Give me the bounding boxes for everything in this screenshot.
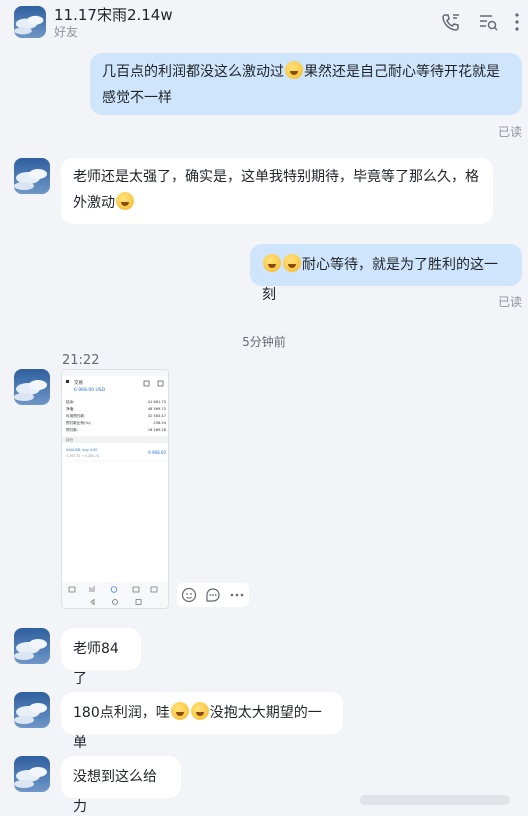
message-bubble-incoming[interactable]: 180点利润，哇 没抱太大期望的一单 [61,692,343,751]
thumb-row-value: 32 583.47 [148,414,166,418]
sender-avatar[interactable] [14,158,50,194]
message-bubble-incoming[interactable]: 没想到这么给力 [61,756,181,815]
shy-emoji-icon [263,254,281,272]
thumb-balance: 6 968.00 USD [74,387,106,393]
message-text: 几百点的利润都没这么激动过 [102,64,284,80]
watermark-strip [360,795,510,805]
message-text: 老师84了 [73,641,119,687]
thumb-position-detail: 4 267.32 → 4 284.74 [66,454,99,458]
message-bubble-outgoing[interactable]: 耐心等待，就是为了胜利的这一刻 [250,244,522,303]
thumb-row-label: 净值: [66,406,74,411]
thumb-row-value: 16 269.28 [148,428,167,432]
message-bubble-outgoing[interactable]: 几百点的利润都没这么激动过 果然还是自己耐心等待开花就是 感觉不一样 [90,53,522,115]
add-reaction-icon[interactable] [180,586,198,604]
thumb-row-label: 结余: [66,399,74,404]
more-actions-icon[interactable] [228,586,246,604]
thumb-row-label: 预付款比例(%): [66,420,91,425]
image-message-trading-screenshot[interactable]: 交易 6 968.00 USD 结余: 41 681.75 净值: 48 569… [61,369,169,609]
thumb-position-profit: 6 968.00 [148,450,166,455]
sender-avatar[interactable] [14,628,50,664]
message-action-bar [177,583,249,607]
time-separator: 5分钟前 [242,335,286,349]
message-text: 没想到这么给力 [73,769,157,815]
phone-icon[interactable] [440,11,462,33]
message-bubble-incoming[interactable]: 老师还是太强了，确实是，这单我特别期待，毕竟等了那么久，格 外激动 [61,158,493,224]
thumb-row-label: 预付款: [66,427,78,432]
message-text: 外激动 [73,195,115,211]
sender-avatar[interactable] [14,369,50,405]
message-bubble-incoming[interactable]: 老师84了 [61,628,141,687]
grin-emoji-icon [116,192,134,210]
trading-app-thumbnail: 交易 6 968.00 USD 结余: 41 681.75 净值: 48 569… [62,370,168,608]
thumb-row-label: 可用预付款: [66,413,85,418]
list-search-icon[interactable] [477,11,499,33]
thumb-position-symbol: XAUUSD, buy 4.00 [66,448,97,452]
thumb-row-value: 298.54 [153,421,166,425]
message-text: 果然还是自己耐心等待开花就是 [304,64,500,80]
message-timestamp: 21:22 [62,353,100,368]
reply-icon[interactable] [204,586,222,604]
read-status: 已读 [498,295,523,309]
read-status: 已读 [498,125,523,139]
more-icon[interactable] [506,11,528,33]
chat-header: 11.17宋雨2.14w 好友 [0,0,528,44]
sender-avatar[interactable] [14,756,50,792]
sender-avatar[interactable] [14,692,50,728]
shy-emoji-icon [283,254,301,272]
grin-emoji-icon [190,702,209,720]
thumb-header-label: 交易 [74,379,83,386]
shy-emoji-icon [285,61,303,79]
thumb-row-value: 48 569.75 [148,407,166,411]
contact-avatar[interactable] [14,6,46,38]
grin-emoji-icon [170,702,189,720]
message-text: 感觉不一样 [102,90,172,106]
contact-relation: 好友 [54,25,79,39]
thumb-row-value: 41 681.75 [148,400,166,404]
contact-name: 11.17宋雨2.14w [54,6,173,24]
message-text: 老师还是太强了，确实是，这单我特别期待，毕竟等了那么久，格 [73,169,479,185]
message-text: 180点利润，哇 [73,705,170,721]
thumb-position-label: 持仓 [66,437,74,442]
